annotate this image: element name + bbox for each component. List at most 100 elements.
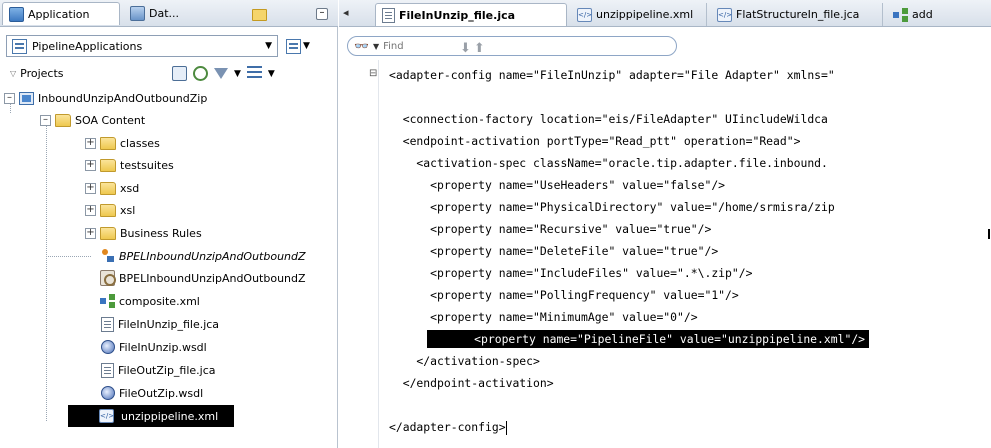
projects-toolbar: ▼ ▼ [172,66,275,81]
folder-icon [100,226,116,240]
expand-icon[interactable]: + [85,204,96,216]
fold-icon[interactable]: ⊟ [369,68,377,79]
code-line: <property name="UseHeaders" value="false… [389,178,726,192]
tab-flatstructurein-jca[interactable]: </> FlatStructureIn_file.jca [711,3,883,26]
tree-node-folder[interactable]: + testsuites [85,154,174,176]
find-next-icon[interactable]: ⬇ [460,41,471,56]
tree-node-file[interactable]: FileInUnzip_file.jca [101,313,219,335]
tree-options-icon[interactable] [246,66,262,81]
tab-label: FlatStructureIn_file.jca [736,8,860,21]
code-line: </endpoint-activation> [389,376,554,390]
editor-tab-bar: ◂ FileInUnzip_file.jca </> unzippipeline… [339,0,991,27]
tab-application-label: Application [28,7,90,21]
application-navigator-panel: Application Dat... – PipelineApplication… [0,0,338,448]
application-select-icon [12,38,27,54]
find-navigation: ⬇ ⬆ [460,41,485,56]
application-select-value: PipelineApplications [32,39,143,53]
tree-node-folder[interactable]: + xsl [85,199,135,221]
search-icon[interactable] [172,66,187,81]
code-line: <adapter-config name="FileInUnzip" adapt… [389,68,835,82]
code-line: <property name="PollingFrequency" value=… [389,288,739,302]
find-input[interactable] [383,40,534,52]
scroll-tabs-left-icon[interactable]: ◂ [343,6,349,19]
tree-node-label: unzippipeline.xml [118,407,222,425]
tab-fileinunzip-jca[interactable]: FileInUnzip_file.jca [375,3,567,26]
code-line: <property name="IncludeFiles" value=".*\… [389,266,753,280]
database-icon [130,6,145,21]
folder-icon [100,158,116,172]
collapse-icon[interactable]: – [40,114,51,126]
collapse-icon[interactable]: – [4,92,15,104]
tab-data-label: Dat... [149,7,180,20]
tree-node-folder[interactable]: + classes [85,132,160,154]
chevron-down-icon: ▼ [303,41,310,51]
expand-icon[interactable]: + [85,227,96,239]
code-line: <activation-spec className="oracle.tip.a… [389,156,828,170]
tab-label: FileInUnzip_file.jca [399,8,516,22]
tab-unzippipeline-xml[interactable]: </> unzippipeline.xml [571,3,707,26]
tab-application[interactable]: Application [2,2,120,25]
composite-icon [100,293,115,309]
application-bar: PipelineApplications ▼ ▼ [0,32,338,62]
chevron-down-icon[interactable]: ▼ [373,42,379,51]
tree-node-label: classes [120,136,160,150]
expand-icon[interactable]: + [85,182,96,194]
overflow-marker [988,229,990,239]
code-line: <connection-factory location="eis/FileAd… [389,112,828,126]
tree-node-folder[interactable]: + Business Rules [85,222,202,244]
tab-files[interactable] [246,2,296,25]
application-select[interactable]: PipelineApplications ▼ [6,35,278,57]
folder-icon [100,203,116,217]
tree-node-label: FileOutZip.wsdl [119,386,204,400]
filter-icon[interactable] [214,68,228,79]
minimize-icon: – [316,7,328,20]
editor-gutter: ⊟ [339,60,379,448]
tree-node-folder[interactable]: + xsd [85,177,139,199]
expand-icon[interactable]: + [85,159,96,171]
minimize-button[interactable]: – [310,2,336,25]
projects-label: Projects [20,67,64,80]
folder-icon [252,8,267,21]
find-previous-icon[interactable]: ⬆ [474,41,485,56]
chevron-down-icon[interactable]: ▼ [234,69,241,79]
code-line: <endpoint-activation portType="Read_ptt"… [389,134,801,148]
wsdl-icon [101,340,115,354]
application-icon [9,6,24,22]
tree-node-soa-content[interactable]: – SOA Content [40,109,145,131]
application-menu-icon [286,38,301,54]
projects-bar: ▽ Projects ▼ ▼ [0,64,338,86]
tab-add[interactable]: add [887,3,991,26]
tree-node-label: FileInUnzip_file.jca [118,317,220,331]
tree-node-file[interactable]: FileOutZip_file.jca [101,359,216,381]
tree-node-file[interactable]: FileInUnzip.wsdl [101,336,207,358]
composite-icon [893,7,908,23]
tree-guide [46,121,47,421]
refresh-icon[interactable] [193,66,208,81]
tree-node-project[interactable]: – InboundUnzipAndOutboundZip [4,87,207,109]
tab-label: add [912,8,933,21]
tab-data[interactable]: Dat... [124,2,216,25]
tree-node-file[interactable]: BPELInboundUnzipAndOutboundZ [100,245,306,267]
tree-node-label: FileOutZip_file.jca [118,363,216,377]
projects-header[interactable]: ▽ Projects [10,67,64,80]
tree-node-label: xsl [120,203,136,217]
application-menu-button[interactable]: ▼ [286,36,310,56]
tree-node-file[interactable]: BPELInboundUnzipAndOutboundZ [100,267,306,289]
chevron-down-icon[interactable]: ▼ [268,69,275,79]
tab-label: unzippipeline.xml [596,8,694,21]
tree-node-file[interactable]: composite.xml [100,290,200,312]
tree-node-label: FileInUnzip.wsdl [119,340,207,354]
xml-file-icon: </> [99,409,114,423]
folder-icon [100,181,116,195]
code-editor[interactable]: <adapter-config name="FileInUnzip" adapt… [389,66,989,446]
jca-file-icon [101,362,114,378]
tree-node-file[interactable]: FileOutZip.wsdl [101,382,203,404]
folder-icon [55,113,71,127]
tree-node-label: BPELInboundUnzipAndOutboundZ [119,271,306,285]
binoculars-icon[interactable]: 👓 [354,39,369,53]
code-line: <property name="DeleteFile" value="true"… [389,244,719,258]
project-tree: – InboundUnzipAndOutboundZip – SOA Conte… [0,87,338,448]
chevron-down-icon: ▼ [265,41,272,51]
tree-node-file-selected[interactable]: </> unzippipeline.xml [68,405,234,427]
expand-icon[interactable]: + [85,137,96,149]
